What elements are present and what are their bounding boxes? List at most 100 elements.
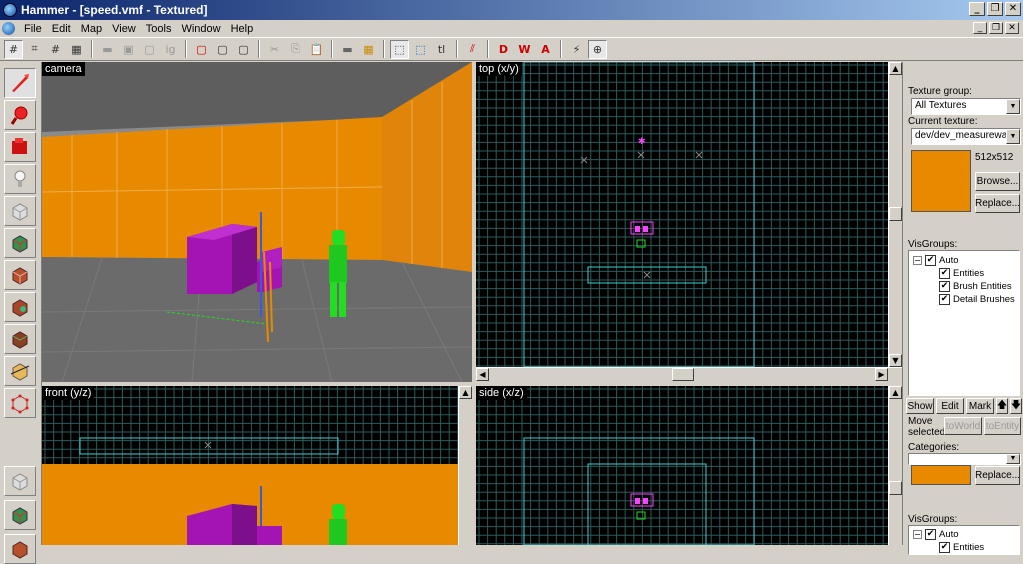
ignore-groups-icon[interactable]: ig [161, 40, 180, 59]
collapse-icon[interactable]: − [913, 530, 922, 539]
to-world-button[interactable]: toWorld [944, 417, 982, 435]
selection-tool[interactable] [4, 68, 36, 98]
tie-to-entity-icon[interactable]: ▬ [338, 40, 357, 59]
scroll-left-icon[interactable]: ◀ [476, 368, 489, 381]
vertex-tool[interactable] [4, 388, 36, 418]
texture-application-tool-2[interactable] [4, 500, 36, 530]
minimize-icon[interactable]: _ [969, 2, 985, 16]
ungroup-icon[interactable]: ▢ [140, 40, 159, 59]
scroll-up-icon[interactable]: ▲ [889, 62, 902, 75]
scroll-up-icon[interactable]: ▲ [459, 386, 472, 399]
camera-tool[interactable] [4, 132, 36, 162]
cut-icon[interactable]: ✂ [265, 40, 284, 59]
show-all-icon[interactable]: ▢ [234, 40, 253, 59]
mdi-close-icon[interactable]: ✕ [1005, 22, 1019, 34]
group-icon[interactable]: ▣ [119, 40, 138, 59]
side-viewport-vscroll[interactable]: ▲ [888, 386, 902, 545]
show-models-icon[interactable]: W [515, 40, 534, 59]
chevron-down-icon[interactable]: ▼ [1006, 129, 1020, 144]
larger-grid-icon[interactable]: ▦ [67, 40, 86, 59]
scroll-right-icon[interactable]: ▶ [875, 368, 888, 381]
flip-icon[interactable]: ⫽ [463, 40, 482, 59]
mdi-restore-icon[interactable]: ❐ [989, 22, 1003, 34]
browse-button[interactable]: Browse... [975, 172, 1020, 191]
collapse-icon[interactable]: − [913, 256, 922, 265]
scroll-thumb[interactable] [672, 368, 694, 381]
document-icon[interactable] [2, 22, 15, 35]
checkbox-checked-icon[interactable]: ✔ [939, 542, 950, 553]
move-down-button[interactable]: 🡇 [1010, 398, 1022, 414]
front-viewport[interactable]: front (y/z) [42, 386, 458, 545]
menu-edit[interactable]: Edit [47, 23, 76, 35]
menu-view[interactable]: View [107, 23, 141, 35]
texture-lock-scale-icon[interactable]: tl [432, 40, 451, 59]
paste-icon[interactable]: 📋 [307, 40, 326, 59]
restore-icon[interactable]: ❐ [987, 2, 1003, 16]
apply-current-texture-tool[interactable] [4, 260, 36, 290]
run-map-icon[interactable]: ⚡ [567, 40, 586, 59]
scroll-down-icon[interactable]: ▼ [889, 354, 902, 367]
visgroup-auto[interactable]: − ✔ Auto [913, 529, 959, 540]
checkbox-checked-icon[interactable]: ✔ [925, 529, 936, 540]
chevron-down-icon[interactable]: ▼ [1006, 454, 1020, 464]
magnify-tool[interactable] [4, 100, 36, 130]
hide-selected-icon[interactable]: ▢ [192, 40, 211, 59]
close-icon[interactable]: ✕ [1005, 2, 1021, 16]
select-by-handles-icon[interactable]: ⬚ [390, 39, 409, 59]
camera-viewport[interactable]: camera [42, 62, 472, 382]
overlay-tool[interactable] [4, 324, 36, 354]
menu-map[interactable]: Map [76, 23, 107, 35]
texture-group-select[interactable]: All Textures ▼ [911, 98, 1021, 115]
current-texture-select[interactable]: dev/dev_measurewall0 ▼ [911, 128, 1021, 145]
visgroup-auto[interactable]: − ✔ Auto [913, 255, 959, 266]
smaller-grid-icon[interactable]: # [46, 40, 65, 59]
categories-select[interactable]: ▼ [908, 453, 1021, 465]
front-viewport-vscroll[interactable]: ▲ [458, 386, 472, 545]
replace-button[interactable]: Replace... [975, 194, 1020, 213]
carve-icon[interactable]: ▬ [98, 40, 117, 59]
texture-lock-icon[interactable]: ▦ [359, 40, 378, 59]
texture-application-tool[interactable] [4, 228, 36, 258]
menu-help[interactable]: Help [226, 23, 259, 35]
move-up-button[interactable]: 🡅 [996, 398, 1008, 414]
block-tool-2[interactable] [4, 466, 36, 496]
hide-unselected-icon[interactable]: ▢ [213, 40, 232, 59]
decal-tool[interactable] [4, 292, 36, 322]
clipping-tool[interactable] [4, 356, 36, 386]
texture-preview[interactable] [911, 150, 971, 212]
top-viewport-hscroll[interactable]: ◀ ▶ [476, 367, 902, 381]
scroll-thumb[interactable] [889, 207, 902, 221]
edit-button[interactable]: Edit [936, 398, 964, 414]
scroll-thumb[interactable] [889, 481, 902, 495]
toggle-3d-grid-icon[interactable]: ⌗ [25, 40, 44, 59]
checkbox-checked-icon[interactable]: ✔ [939, 294, 950, 305]
menu-window[interactable]: Window [176, 23, 225, 35]
visgroup-entities[interactable]: ✔ Entities [939, 268, 984, 279]
entity-tool[interactable] [4, 164, 36, 194]
scroll-up-icon[interactable]: ▲ [889, 386, 902, 399]
visgroup-entities[interactable]: ✔ Entities [939, 542, 984, 553]
side-viewport[interactable]: side (x/z) [476, 386, 888, 545]
world-icon[interactable]: ⊕ [588, 39, 607, 59]
top-viewport[interactable]: top (x/y) ✱ [476, 62, 888, 367]
chevron-down-icon[interactable]: ▼ [1006, 99, 1020, 114]
visgroup-brush-entities[interactable]: ✔ Brush Entities [939, 281, 1012, 292]
to-entity-button[interactable]: toEntity [984, 417, 1021, 435]
copy-icon[interactable]: ⎘ [286, 40, 305, 59]
menu-file[interactable]: File [19, 23, 47, 35]
show-button[interactable]: Show [906, 398, 934, 414]
mdi-minimize-icon[interactable]: _ [973, 22, 987, 34]
show-detail-icon[interactable]: A [536, 40, 555, 59]
toggle-grid-icon[interactable]: # [4, 39, 23, 59]
apply-current-texture-tool-2[interactable] [4, 534, 36, 564]
visgroup-detail-brushes[interactable]: ✔ Detail Brushes [939, 294, 1015, 305]
select-objects-icon[interactable]: ⬚ [411, 40, 430, 59]
replace-category-button[interactable]: Replace... [975, 466, 1020, 485]
category-texture-preview[interactable] [911, 465, 971, 485]
top-viewport-vscroll[interactable]: ▲ ▼ [888, 62, 902, 367]
checkbox-checked-icon[interactable]: ✔ [925, 255, 936, 266]
visgroups-tree[interactable]: − ✔ Auto ✔ Entities ✔ Brush Entities ✔ D… [908, 250, 1020, 396]
block-tool[interactable] [4, 196, 36, 226]
menu-tools[interactable]: Tools [141, 23, 177, 35]
visgroups-tree-2[interactable]: − ✔ Auto ✔ Entities [908, 525, 1020, 555]
